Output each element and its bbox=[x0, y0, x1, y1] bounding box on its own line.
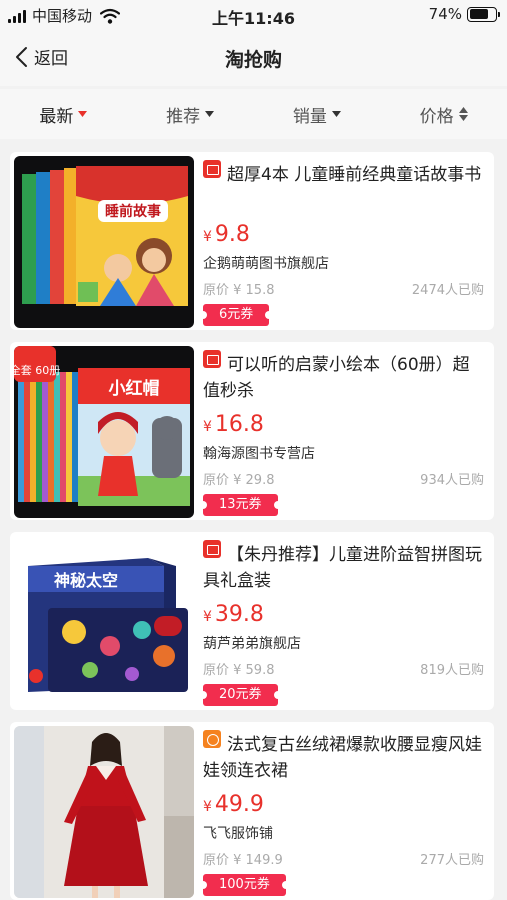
product-image-text: 睡前故事 bbox=[105, 203, 161, 220]
product-price: 9.8 bbox=[214, 222, 250, 247]
meta-row: 原价 ¥ 59.8 819人已购 bbox=[203, 659, 484, 678]
currency-symbol: ¥ bbox=[203, 419, 212, 435]
shop-name: 葫芦弟弟旗舰店 bbox=[203, 636, 301, 652]
currency-symbol: ¥ bbox=[203, 799, 212, 815]
sort-updown-icon bbox=[458, 107, 468, 121]
currency-symbol: ¥ bbox=[203, 609, 212, 625]
status-bar: 中国移动 上午11:46 74% bbox=[0, 0, 507, 30]
product-info: 【朱丹推荐】儿童进阶益智拼图玩具礼盒装 ¥ 39.8 葫芦弟弟旗舰店 原价 ¥ … bbox=[199, 540, 484, 706]
price-row: ¥ 9.8 bbox=[203, 222, 484, 247]
meta-row: 原价 ¥ 15.8 2474人已购 bbox=[203, 279, 484, 298]
product-image-text: 神秘太空 bbox=[54, 571, 118, 590]
battery-percent: 74% bbox=[428, 5, 462, 23]
product-info: 法式复古丝绒裙爆款收腰显瘦风娃娃领连衣裙 ¥ 49.9 飞飞服饰铺 原价 ¥ 1… bbox=[199, 730, 484, 896]
sold-count: 277人已购 bbox=[420, 853, 484, 868]
product-title[interactable]: 超厚4本 儿童睡前经典童话故事书 bbox=[203, 160, 484, 212]
product-price: 39.8 bbox=[214, 602, 264, 627]
status-right: 74% bbox=[428, 5, 500, 23]
caret-down-icon bbox=[78, 111, 88, 117]
product-image-red-riding-hood-books: 小红帽 全套 60册 bbox=[14, 346, 194, 518]
price-row: ¥ 39.8 bbox=[203, 602, 484, 627]
product-card[interactable]: 神秘太空 【朱丹推荐】儿童进阶益智拼图玩具礼盒装 ¥ 39.8 葫芦弟弟旗舰店 bbox=[10, 532, 494, 710]
shop-name: 翰海源图书专营店 bbox=[203, 446, 315, 462]
filter-label: 价格 bbox=[419, 106, 454, 127]
product-card[interactable]: 小红帽 全套 60册 可以听的启蒙小绘本（60册）超值秒杀 ¥ 16.8 翰海源… bbox=[10, 342, 494, 520]
tmall-badge-icon bbox=[203, 540, 221, 558]
filter-bar: 最新 推荐 销量 价格 bbox=[0, 89, 507, 139]
coupon-badge[interactable]: 100元券 bbox=[199, 874, 290, 896]
product-title[interactable]: 法式复古丝绒裙爆款收腰显瘦风娃娃领连衣裙 bbox=[203, 730, 484, 782]
caret-down-icon bbox=[331, 111, 341, 117]
product-title-text: 【朱丹推荐】儿童进阶益智拼图玩具礼盒装 bbox=[203, 545, 482, 591]
original-price: 原价 ¥ 29.8 bbox=[203, 473, 275, 488]
battery-icon bbox=[467, 6, 500, 22]
product-card[interactable]: 睡前故事 超厚4本 儿童睡前经典童话故事书 ¥ 9.8 企鹅萌萌图书旗舰店 原价… bbox=[10, 152, 494, 330]
product-image-red-dress bbox=[14, 726, 194, 898]
coupon-badge[interactable]: 6元券 bbox=[198, 304, 274, 326]
filter-label: 销量 bbox=[292, 106, 327, 127]
price-row: ¥ 49.9 bbox=[203, 792, 484, 817]
sold-count: 819人已购 bbox=[420, 663, 484, 678]
navigation-bar: 返回 淘抢购 bbox=[0, 30, 507, 86]
filter-label: 最新 bbox=[39, 106, 74, 127]
product-title-text: 可以听的启蒙小绘本（60册）超值秒杀 bbox=[203, 355, 470, 401]
product-title[interactable]: 【朱丹推荐】儿童进阶益智拼图玩具礼盒装 bbox=[203, 540, 484, 592]
original-price: 原价 ¥ 59.8 bbox=[203, 663, 275, 678]
product-image-text: 小红帽 bbox=[109, 378, 160, 399]
product-info: 可以听的启蒙小绘本（60册）超值秒杀 ¥ 16.8 翰海源图书专营店 原价 ¥ … bbox=[199, 350, 484, 516]
coupon-badge[interactable]: 20元券 bbox=[199, 684, 282, 706]
product-price: 49.9 bbox=[214, 792, 264, 817]
original-price: 原价 ¥ 15.8 bbox=[203, 283, 275, 298]
page-title: 淘抢购 bbox=[224, 49, 282, 71]
shop-name: 飞飞服饰铺 bbox=[203, 826, 273, 842]
product-title-text: 法式复古丝绒裙爆款收腰显瘦风娃娃领连衣裙 bbox=[203, 735, 482, 781]
filter-tab-sales[interactable]: 销量 bbox=[254, 89, 381, 139]
filter-tab-newest[interactable]: 最新 bbox=[0, 89, 127, 139]
product-title-text: 超厚4本 儿童睡前经典童话故事书 bbox=[227, 165, 482, 185]
product-info: 超厚4本 儿童睡前经典童话故事书 ¥ 9.8 企鹅萌萌图书旗舰店 原价 ¥ 15… bbox=[198, 160, 484, 326]
meta-row: 原价 ¥ 149.9 277人已购 bbox=[203, 849, 484, 868]
meta-row: 原价 ¥ 29.8 934人已购 bbox=[203, 469, 484, 488]
currency-symbol: ¥ bbox=[203, 229, 212, 245]
filter-label: 推荐 bbox=[166, 106, 201, 127]
shop-name: 企鹅萌萌图书旗舰店 bbox=[203, 256, 329, 272]
filter-tab-recommended[interactable]: 推荐 bbox=[127, 89, 254, 139]
sold-count: 934人已购 bbox=[420, 473, 484, 488]
caret-down-icon bbox=[205, 111, 215, 117]
tmall-badge-icon bbox=[203, 160, 221, 178]
taobao-badge-icon bbox=[203, 730, 221, 748]
product-image-space-puzzle: 神秘太空 bbox=[14, 536, 194, 708]
price-row: ¥ 16.8 bbox=[203, 412, 484, 437]
image-tag-text: 全套 60册 bbox=[14, 363, 60, 377]
tmall-badge-icon bbox=[203, 350, 221, 368]
product-title[interactable]: 可以听的启蒙小绘本（60册）超值秒杀 bbox=[203, 350, 484, 402]
product-price: 16.8 bbox=[214, 412, 264, 437]
sold-count: 2474人已购 bbox=[411, 283, 484, 298]
coupon-badge[interactable]: 13元券 bbox=[199, 494, 282, 516]
original-price: 原价 ¥ 149.9 bbox=[203, 853, 283, 868]
filter-tab-price[interactable]: 价格 bbox=[380, 89, 507, 139]
product-image-bedtime-books: 睡前故事 bbox=[14, 156, 194, 328]
product-card[interactable]: 法式复古丝绒裙爆款收腰显瘦风娃娃领连衣裙 ¥ 49.9 飞飞服饰铺 原价 ¥ 1… bbox=[10, 722, 494, 900]
